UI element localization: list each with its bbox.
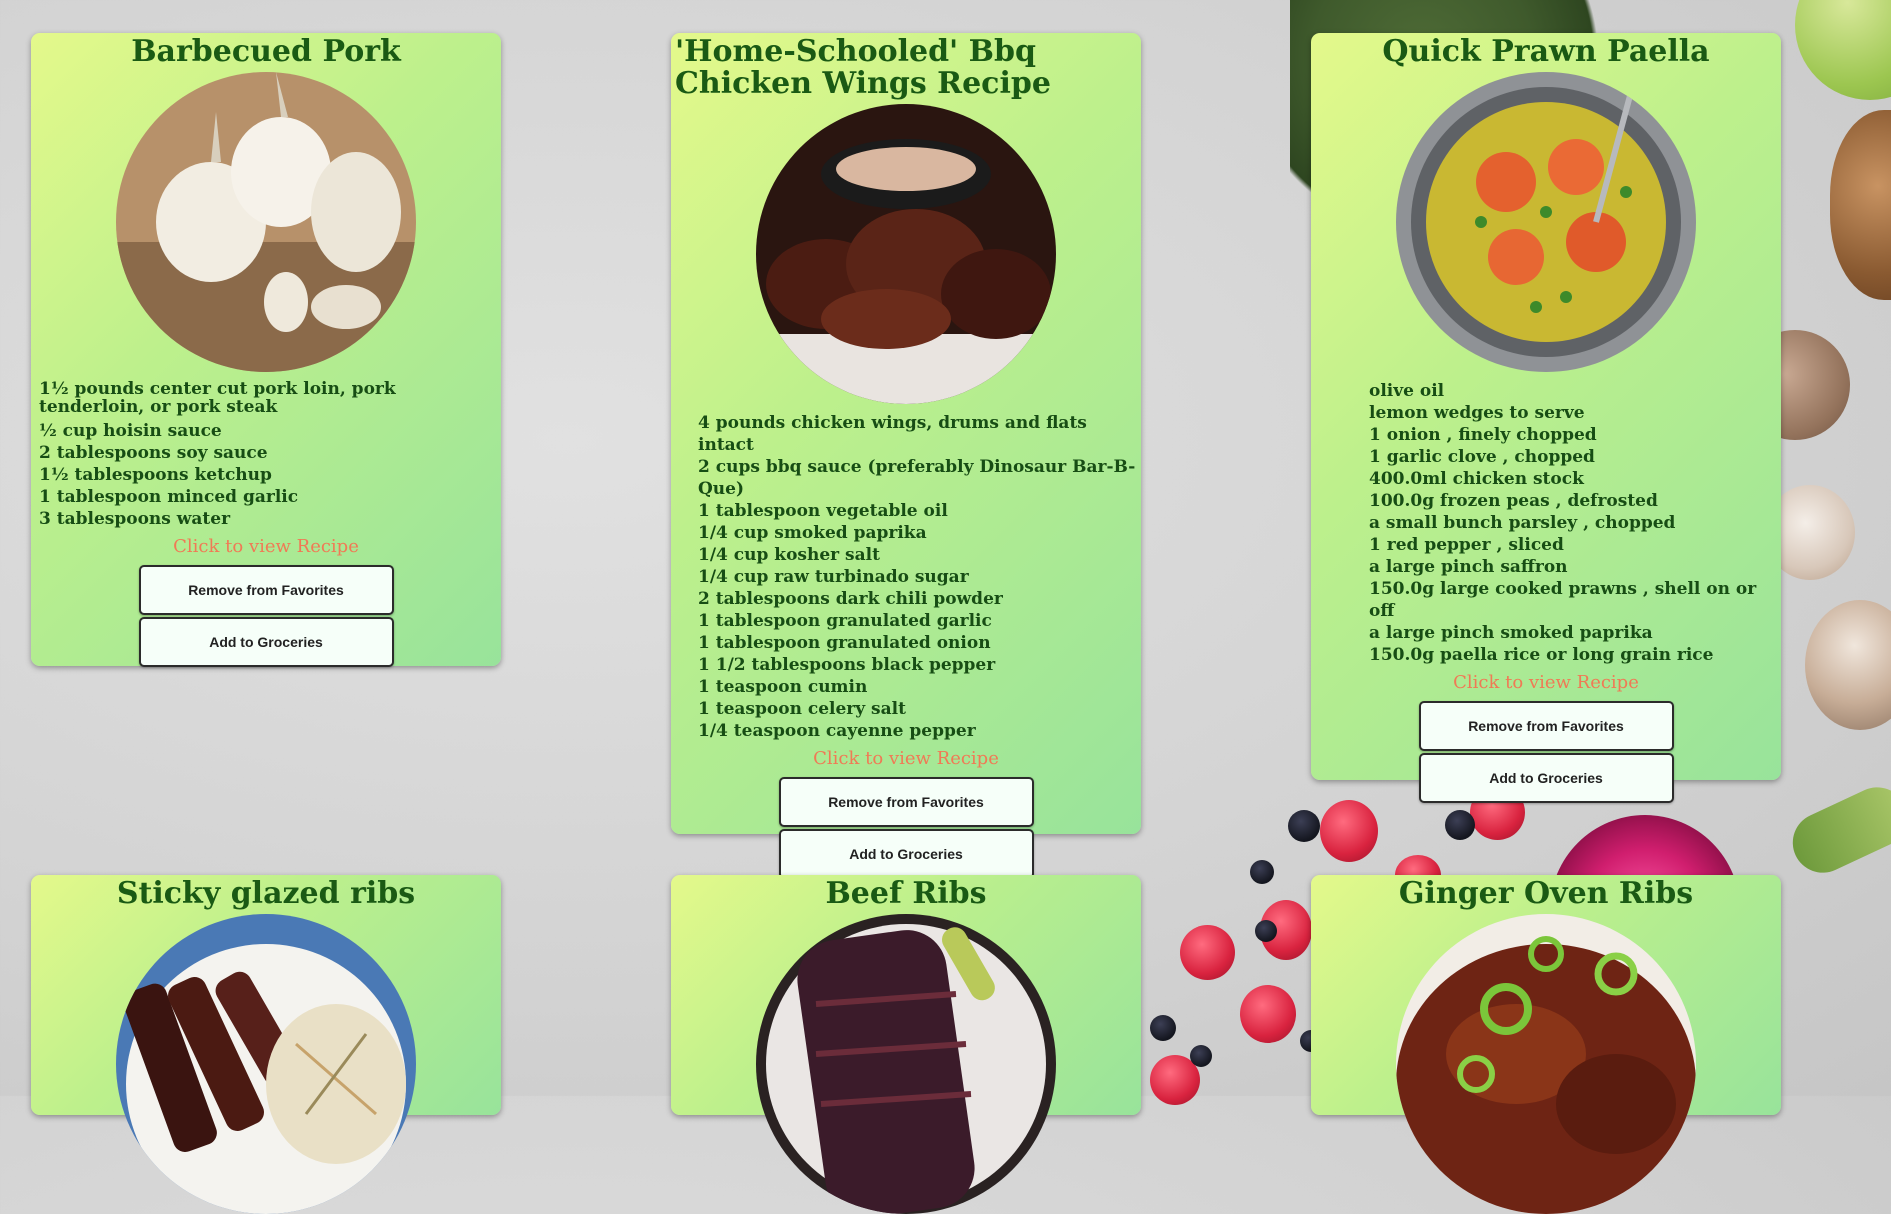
ingredient-item: 1/4 teaspoon cayenne pepper xyxy=(698,721,976,741)
remove-favorite-button[interactable]: Remove from Favorites xyxy=(1418,701,1674,751)
ingredient-list: olive oil lemon wedges to serve 1 onion … xyxy=(1311,380,1781,666)
recipe-card: 'Home-Schooled' Bbq Chicken Wings Recipe… xyxy=(671,33,1141,879)
bbq-wings-photo xyxy=(756,104,1056,404)
ingredient-item: a large pinch smoked paprika xyxy=(1369,623,1653,643)
remove-favorite-button[interactable]: Remove from Favorites xyxy=(138,565,394,615)
ingredient-list: 4 pounds chicken wings, drums and flats … xyxy=(671,412,1141,742)
background-apple xyxy=(1795,0,1891,100)
ingredient-item: 3 tablespoons water xyxy=(39,509,231,529)
background-blueberry xyxy=(1150,1015,1176,1041)
ingredient-item: 1 red pepper , sliced xyxy=(1369,535,1564,555)
ingredient-list: 1½ pounds center cut pork loin, pork ten… xyxy=(31,380,501,530)
recipe-card: Beef Ribs xyxy=(671,875,1141,1214)
ingredient-item: 100.0g frozen peas , defrosted xyxy=(1369,491,1658,511)
background-blueberry xyxy=(1250,860,1274,884)
background-blueberry xyxy=(1255,920,1277,942)
garlic-photo xyxy=(116,72,416,372)
ingredient-item: 4 pounds chicken wings, drums and flats … xyxy=(698,413,1087,455)
background-blueberry xyxy=(1445,810,1475,840)
add-groceries-button[interactable]: Add to Groceries xyxy=(1418,753,1674,803)
recipe-card: Barbecued Pork 1½ pounds center cut pork… xyxy=(31,33,501,667)
recipe-title: Ginger Oven Ribs xyxy=(1398,876,1694,911)
ingredient-item: 1/4 cup raw turbinado sugar xyxy=(698,567,969,587)
recipe-title: 'Home-Schooled' Bbq Chicken Wings Recipe xyxy=(675,34,1051,101)
ingredient-item: 1 tablespoon minced garlic xyxy=(39,487,299,507)
ingredient-item: 1/4 cup smoked paprika xyxy=(698,523,927,543)
add-groceries-button[interactable]: Add to Groceries xyxy=(138,617,394,667)
ingredient-item: ½ cup hoisin sauce xyxy=(39,421,222,441)
view-recipe-link[interactable]: Click to view Recipe xyxy=(1311,672,1781,693)
ingredient-item: 400.0ml chicken stock xyxy=(1369,469,1584,489)
background-asparagus xyxy=(1782,777,1891,883)
recipe-card: Quick Prawn Paella olive oil lemon wedge… xyxy=(1311,33,1781,803)
recipe-title: Quick Prawn Paella xyxy=(1382,34,1710,69)
glazed-ribs-photo xyxy=(116,914,416,1214)
ingredient-item: 1 tablespoon vegetable oil xyxy=(698,501,948,521)
ingredient-item: 1/4 cup kosher salt xyxy=(698,545,880,565)
ingredient-item: 150.0g paella rice or long grain rice xyxy=(1369,645,1714,665)
recipe-card: Sticky glazed ribs xyxy=(31,875,501,1214)
ingredient-item: 1 1/2 tablespoons black pepper xyxy=(698,655,996,675)
ingredient-item: 150.0g large cooked prawns , shell on or… xyxy=(1369,579,1757,621)
background-blueberry xyxy=(1288,810,1320,842)
ingredient-item: a small bunch parsley , chopped xyxy=(1369,513,1676,533)
ingredient-item: 1 onion , finely chopped xyxy=(1369,425,1597,445)
beef-ribs-photo xyxy=(756,914,1056,1214)
background-raspberry xyxy=(1240,985,1296,1043)
ingredient-item: 1½ tablespoons ketchup xyxy=(39,465,272,485)
background-mushroom xyxy=(1805,600,1891,730)
background-raspberry xyxy=(1180,925,1235,980)
ingredient-item: 1 tablespoon granulated garlic xyxy=(698,611,992,631)
background-walnut xyxy=(1830,110,1891,300)
ingredient-item: 1 tablespoon granulated onion xyxy=(698,633,991,653)
remove-favorite-button[interactable]: Remove from Favorites xyxy=(778,777,1034,827)
view-recipe-link[interactable]: Click to view Recipe xyxy=(31,536,501,557)
ingredient-item: 1½ pounds center cut pork loin, pork ten… xyxy=(39,379,396,417)
ingredient-item: 2 tablespoons dark chili powder xyxy=(698,589,1003,609)
ingredient-item: 1 teaspoon cumin xyxy=(698,677,868,697)
ingredient-item: 2 tablespoons soy sauce xyxy=(39,443,268,463)
background-raspberry xyxy=(1320,800,1378,862)
ingredient-item: 1 teaspoon celery salt xyxy=(698,699,906,719)
ingredient-item: a large pinch saffron xyxy=(1369,557,1568,577)
ingredient-item: lemon wedges to serve xyxy=(1369,403,1585,423)
ginger-ribs-photo xyxy=(1396,914,1696,1214)
recipe-title: Beef Ribs xyxy=(825,876,987,911)
add-groceries-button[interactable]: Add to Groceries xyxy=(778,829,1034,879)
recipe-title: Barbecued Pork xyxy=(131,34,401,69)
paella-photo xyxy=(1396,72,1696,372)
ingredient-item: 2 cups bbq sauce (preferably Dinosaur Ba… xyxy=(698,457,1136,499)
ingredient-item: 1 garlic clove , chopped xyxy=(1369,447,1595,467)
background-blueberry xyxy=(1190,1045,1212,1067)
view-recipe-link[interactable]: Click to view Recipe xyxy=(671,748,1141,769)
ingredient-item: olive oil xyxy=(1369,381,1445,401)
recipe-card: Ginger Oven Ribs xyxy=(1311,875,1781,1214)
recipe-title: Sticky glazed ribs xyxy=(116,876,416,911)
